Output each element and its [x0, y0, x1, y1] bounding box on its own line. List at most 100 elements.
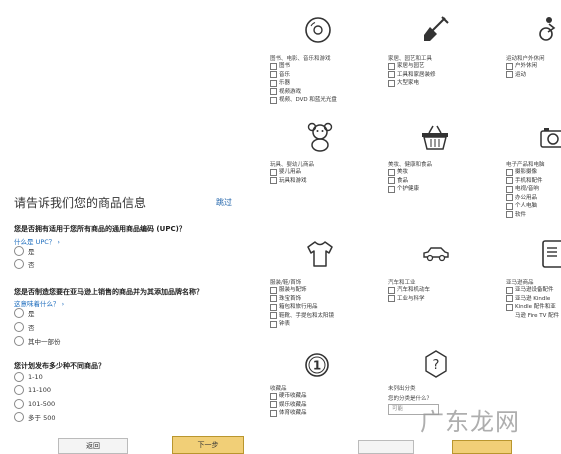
checkbox-item[interactable]: 美妆	[388, 168, 483, 177]
checkbox-item[interactable]: 软件	[506, 211, 561, 220]
option-brand-yes[interactable]: 是	[14, 308, 35, 318]
checkbox[interactable]	[388, 185, 395, 193]
checkbox-item[interactable]: 工业与科学	[388, 295, 483, 304]
hint-brand[interactable]: 这意味着什么？ ›	[14, 298, 64, 308]
checkbox-item[interactable]: 亚马逊设备配件	[506, 286, 561, 295]
checkbox[interactable]	[270, 286, 277, 294]
checkbox-item[interactable]: 个人电脑	[506, 202, 561, 211]
radio-button[interactable]	[14, 259, 24, 269]
checkbox[interactable]	[270, 177, 277, 185]
checkbox[interactable]	[270, 392, 277, 400]
checkbox[interactable]	[388, 295, 395, 303]
checkbox-item[interactable]: 珠宝首饰	[270, 295, 365, 304]
option-label: 其中一部份	[28, 338, 61, 346]
checkbox[interactable]	[506, 286, 513, 294]
checkbox-item[interactable]: 汽车和机动车	[388, 286, 483, 295]
checkbox-item[interactable]: 音乐	[270, 71, 365, 80]
checkbox[interactable]	[506, 177, 513, 185]
checkbox[interactable]	[388, 168, 395, 176]
checkbox[interactable]	[388, 62, 395, 70]
option-count-2[interactable]: 11-100	[14, 385, 51, 395]
option-brand-partial[interactable]: 其中一部份	[14, 336, 61, 346]
checkbox[interactable]	[270, 295, 277, 303]
checkbox[interactable]	[270, 79, 277, 87]
next-button[interactable]: 下一步	[172, 436, 244, 454]
checkbox[interactable]	[270, 71, 277, 79]
hint-upc[interactable]: 什么是 UPC？ ›	[14, 236, 60, 246]
checkbox-item[interactable]: 亚马逊 Kindle	[506, 295, 561, 304]
radio-button[interactable]	[14, 399, 24, 409]
checkbox-item[interactable]: 乐器	[270, 79, 365, 88]
option-count-3[interactable]: 101-500	[14, 399, 55, 409]
checkbox-item[interactable]: 办公用品	[506, 194, 561, 203]
checkbox-item[interactable]: 体育收藏品	[270, 409, 365, 418]
question-brand: 您是否制造您要在亚马逊上销售的商品并为其添加品牌名称？	[14, 288, 203, 296]
radio-button[interactable]	[14, 385, 24, 395]
checkbox[interactable]	[506, 62, 513, 70]
checkbox[interactable]	[270, 320, 277, 328]
option-count-1[interactable]: 1-10	[14, 372, 43, 382]
checkbox-item[interactable]: 硬币收藏品	[270, 392, 365, 401]
skip-link[interactable]: 跳过	[216, 197, 232, 208]
radio-button[interactable]	[14, 336, 24, 346]
checkbox-item[interactable]: 食品	[388, 177, 483, 186]
checkbox[interactable]	[270, 312, 277, 320]
checkbox-item[interactable]: 工具和家居装修	[388, 71, 483, 80]
checkbox[interactable]	[506, 185, 513, 193]
checkbox-item[interactable]: 箱包和旅行用品	[270, 303, 365, 312]
option-upc-no[interactable]: 否	[14, 259, 35, 269]
checkbox-item[interactable]: 婴儿用品	[270, 168, 365, 177]
checkbox[interactable]	[270, 401, 277, 409]
checkbox[interactable]	[506, 202, 513, 210]
checkbox[interactable]	[388, 177, 395, 185]
option-upc-yes[interactable]: 是	[14, 246, 35, 256]
checkbox-item[interactable]: 家居与园艺	[388, 62, 483, 71]
checkbox-item[interactable]: 电视/音响	[506, 185, 561, 194]
checkbox[interactable]	[270, 96, 277, 104]
checkbox-item[interactable]: 大型家电	[388, 79, 483, 88]
checkbox[interactable]	[388, 286, 395, 294]
checkbox-item[interactable]: 服装与配饰	[270, 286, 365, 295]
checkbox-item[interactable]: Kindle 配件和亚马逊 Fire TV 配件	[506, 303, 561, 320]
option-brand-no[interactable]: 否	[14, 322, 35, 332]
checkbox[interactable]	[506, 71, 513, 79]
option-label: 是	[28, 310, 35, 318]
primary-button[interactable]	[452, 440, 512, 454]
checkbox-item[interactable]: 户外休闲	[506, 62, 561, 71]
checkbox[interactable]	[270, 62, 277, 70]
checkbox-item[interactable]: 钟表	[270, 320, 365, 329]
checkbox-item[interactable]: 手机和配件	[506, 177, 561, 186]
secondary-button[interactable]	[358, 440, 414, 454]
checkbox-item[interactable]: 个护健康	[388, 185, 483, 194]
back-button[interactable]: 返回	[58, 438, 128, 454]
checkbox[interactable]	[506, 304, 513, 311]
checkbox-item[interactable]: 图书	[270, 62, 365, 71]
coin-icon: 1	[304, 352, 330, 378]
question-icon: ?	[424, 350, 448, 378]
radio-button[interactable]	[14, 246, 24, 256]
checkbox[interactable]	[506, 194, 513, 202]
checkbox-item[interactable]: 玩具和游戏	[270, 177, 365, 186]
checkbox-item[interactable]: 摄影摄像	[506, 168, 561, 177]
radio-button[interactable]	[14, 412, 24, 422]
checkbox-item[interactable]: 视频、DVD 和蓝光光盘	[270, 96, 365, 105]
category-title: 家居、园艺和工具	[388, 56, 433, 62]
checkbox[interactable]	[270, 88, 277, 96]
radio-button[interactable]	[14, 372, 24, 382]
checkbox-item[interactable]: 鞋靴、手提包和太阳镜	[270, 312, 365, 321]
radio-button[interactable]	[14, 308, 24, 318]
option-count-4[interactable]: 多于 500	[14, 412, 55, 422]
checkbox[interactable]	[270, 168, 277, 176]
checkbox-item[interactable]: 运动	[506, 71, 561, 80]
checkbox[interactable]	[506, 295, 513, 303]
checkbox[interactable]	[270, 303, 277, 311]
checkbox-item[interactable]: 视频游戏	[270, 88, 365, 97]
checkbox[interactable]	[388, 79, 395, 87]
checkbox[interactable]	[506, 168, 513, 176]
question-count: 您计划发布多少种不同商品？	[14, 362, 105, 370]
checkbox[interactable]	[506, 211, 513, 219]
radio-button[interactable]	[14, 322, 24, 332]
checkbox[interactable]	[270, 409, 277, 417]
checkbox-item[interactable]: 娱乐收藏品	[270, 401, 365, 410]
checkbox[interactable]	[388, 71, 395, 79]
